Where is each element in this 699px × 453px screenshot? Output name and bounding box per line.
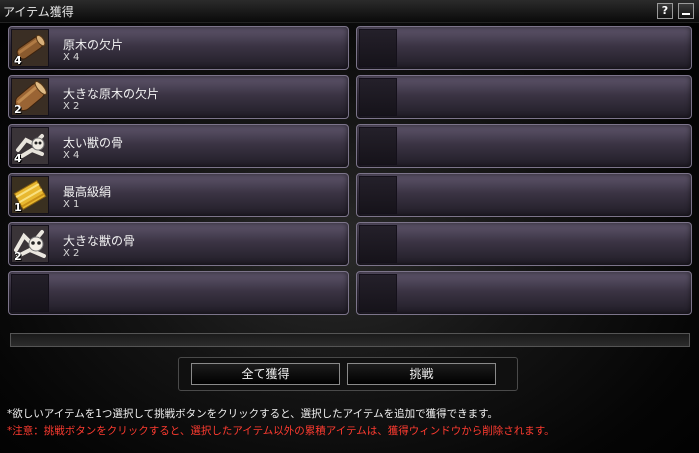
item-name: 大きな獣の骨 (63, 234, 136, 248)
empty-slot-icon (359, 274, 397, 312)
empty-slot-icon (11, 274, 49, 312)
wood-log-icon: 4 (11, 29, 49, 67)
item-slot-10[interactable] (356, 173, 692, 217)
acquire-all-button[interactable]: 全て獲得 (191, 363, 340, 385)
item-quantity: X 2 (63, 248, 80, 259)
item-slot-11[interactable] (356, 222, 692, 266)
title-bar[interactable]: アイテム獲得 ? (0, 0, 699, 23)
help-button[interactable]: ? (657, 3, 673, 19)
item-name: 太い獣の骨 (63, 136, 124, 150)
empty-slot-icon (359, 78, 397, 116)
large-bone-icon: 2 (11, 225, 49, 263)
thick-bone-icon: 4 (11, 127, 49, 165)
minimize-button[interactable] (678, 3, 694, 19)
item-quantity: X 1 (63, 199, 80, 210)
item-slot-9[interactable] (356, 124, 692, 168)
stack-count: 4 (14, 54, 22, 67)
stack-count: 2 (14, 250, 22, 263)
item-quantity: X 2 (63, 101, 80, 112)
help-icon: ? (661, 4, 669, 17)
item-slot-7[interactable] (356, 26, 692, 70)
item-name: 大きな原木の欠片 (63, 87, 160, 101)
item-name: 最高級絹 (63, 185, 112, 199)
item-slot-3[interactable]: 4 太い獣の骨 X 4 (8, 124, 349, 168)
progress-bar (10, 333, 690, 347)
item-slot-5[interactable]: 2 大きな獣の骨 X 2 (8, 222, 349, 266)
item-slot-4[interactable]: 1 最高級絹 X 1 (8, 173, 349, 217)
empty-slot-icon (359, 127, 397, 165)
item-acquire-window: アイテム獲得 ? 4 原木の欠片 X 4 2 大きな原木の欠片 X 2 4 太い… (0, 0, 699, 453)
empty-slot-icon (359, 29, 397, 67)
item-quantity: X 4 (63, 150, 80, 161)
silk-scroll-icon: 1 (11, 176, 49, 214)
item-slot-6[interactable] (8, 271, 349, 315)
stack-count: 1 (14, 201, 22, 214)
item-name: 原木の欠片 (63, 38, 124, 52)
item-quantity: X 4 (63, 52, 80, 63)
large-wood-log-icon: 2 (11, 78, 49, 116)
stack-count: 2 (14, 103, 22, 116)
minimize-icon (682, 13, 690, 15)
window-title: アイテム獲得 (3, 5, 74, 19)
stack-count: 4 (14, 152, 22, 165)
item-slot-12[interactable] (356, 271, 692, 315)
challenge-button[interactable]: 挑戦 (347, 363, 496, 385)
item-slot-2[interactable]: 2 大きな原木の欠片 X 2 (8, 75, 349, 119)
item-slot-8[interactable] (356, 75, 692, 119)
empty-slot-icon (359, 225, 397, 263)
item-slot-1[interactable]: 4 原木の欠片 X 4 (8, 26, 349, 70)
empty-slot-icon (359, 176, 397, 214)
instruction-note: *欲しいアイテムを1つ選択して挑戦ボタンをクリックすると、選択したアイテムを追加… (7, 408, 499, 420)
warning-note: *注意：挑戦ボタンをクリックすると、選択したアイテム以外の累積アイテムは、獲得ウ… (7, 425, 555, 437)
